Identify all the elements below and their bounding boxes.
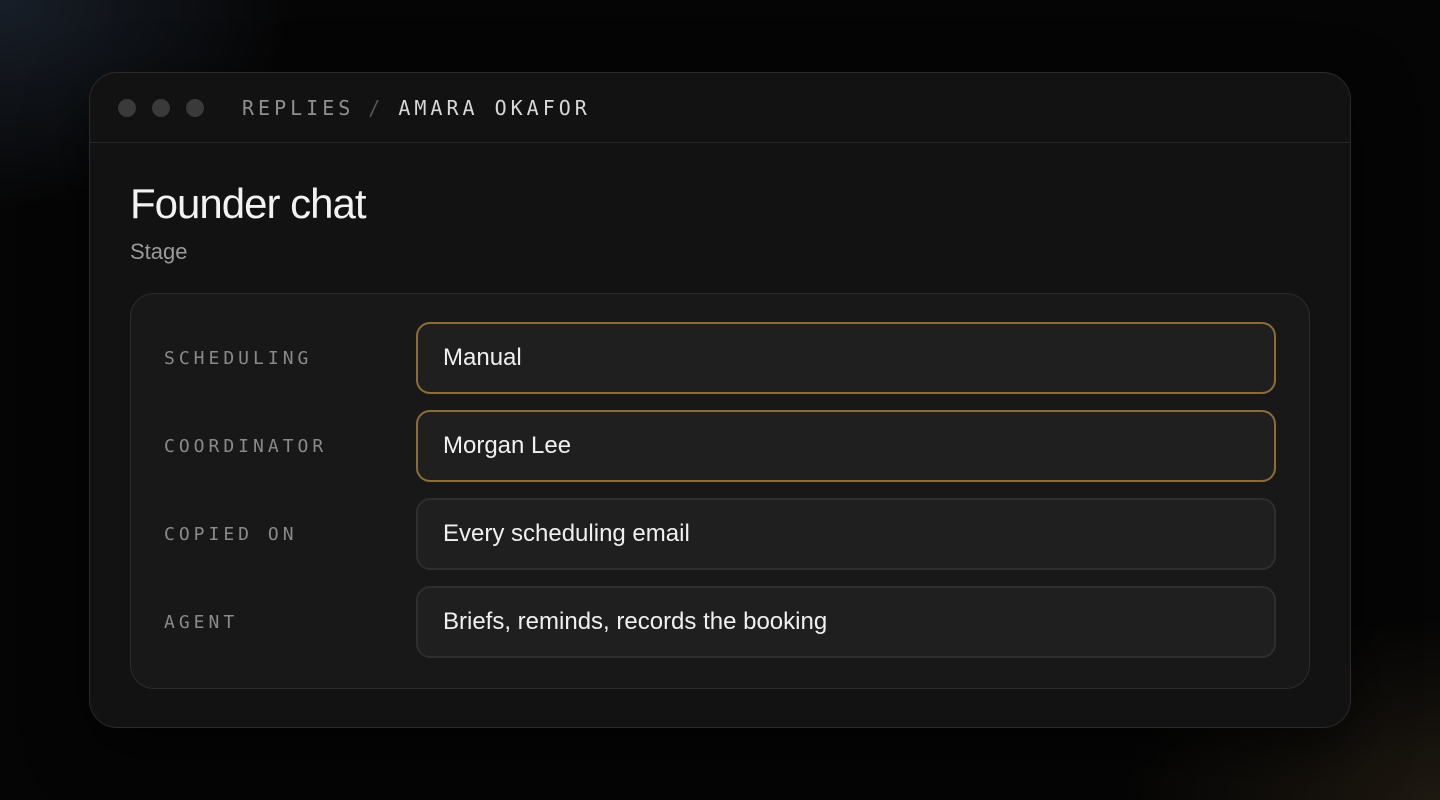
field-row-coordinator: COORDINATOR Morgan Lee: [164, 410, 1276, 482]
window-maximize-button[interactable]: [186, 98, 204, 117]
field-row-agent: AGENT Briefs, reminds, records the booki…: [164, 586, 1276, 658]
page-subtitle: Stage: [130, 239, 188, 264]
window-minimize-button[interactable]: [152, 98, 170, 117]
details-card: SCHEDULING Manual COORDINATOR Morgan Lee…: [130, 293, 1310, 689]
field-label-copied-on: COPIED ON: [164, 523, 298, 545]
field-row-copied-on: COPIED ON Every scheduling email: [164, 498, 1276, 570]
field-label-coordinator: COORDINATOR: [164, 435, 328, 457]
window-close-button[interactable]: [118, 98, 136, 117]
app-window: REPLIES / AMARA OKAFOR Founder chat Stag…: [89, 72, 1351, 728]
breadcrumb-parent-link[interactable]: REPLIES: [242, 96, 354, 120]
coordinator-field[interactable]: Morgan Lee: [416, 410, 1276, 482]
agent-field[interactable]: Briefs, reminds, records the booking: [416, 586, 1276, 658]
main-content: Founder chat Stage SCHEDULING Manual COO…: [90, 143, 1350, 689]
copied-on-field[interactable]: Every scheduling email: [416, 498, 1276, 570]
breadcrumb-separator: /: [368, 95, 385, 120]
breadcrumb-current: AMARA OKAFOR: [398, 95, 591, 120]
field-label-scheduling: SCHEDULING: [164, 347, 313, 369]
field-label-agent: AGENT: [164, 611, 239, 633]
field-row-scheduling: SCHEDULING Manual: [164, 322, 1276, 394]
breadcrumb: REPLIES / AMARA OKAFOR: [242, 96, 591, 120]
scheduling-field[interactable]: Manual: [416, 322, 1276, 394]
page-title: Founder chat: [130, 180, 367, 227]
title-bar: REPLIES / AMARA OKAFOR: [90, 73, 1350, 143]
